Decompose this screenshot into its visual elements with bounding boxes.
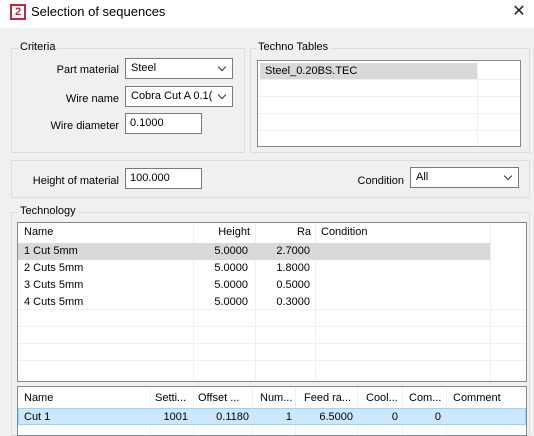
- cell-ra: 0.5000: [276, 279, 310, 291]
- cell-ra: 1.8000: [276, 262, 310, 274]
- close-button[interactable]: ✕: [504, 0, 534, 24]
- cell-offset: 0.1180: [216, 411, 249, 423]
- techno-table-item[interactable]: Steel_0.20BS.TEC: [260, 63, 477, 79]
- technology-group-title: Technology: [18, 205, 78, 217]
- chevron-down-icon: [214, 87, 232, 106]
- part-material-select[interactable]: Steel: [125, 58, 233, 79]
- title-bar: 2 Selection of sequences ✕: [0, 0, 534, 28]
- window-title: Selection of sequences: [31, 4, 166, 19]
- cell-setting: 1001: [163, 411, 188, 423]
- wire-diameter-input[interactable]: 0.1000: [125, 113, 202, 134]
- column-header-setting[interactable]: Setti...: [155, 389, 192, 407]
- cell-condition: [321, 243, 486, 260]
- column-header-feed-rate[interactable]: Feed ra...: [304, 389, 356, 407]
- cell-feed-rate: 6.5000: [319, 411, 353, 423]
- cell-ra: 2.7000: [276, 245, 310, 257]
- cell-condition: [321, 260, 486, 277]
- column-header-cool[interactable]: Cool...: [366, 389, 401, 407]
- table-row[interactable]: Cut 1 1001 0.1180 1 6.5000 0 0: [18, 408, 526, 425]
- technology-table[interactable]: Name Height Ra Condition 1 Cut 5mm 5.000…: [17, 222, 527, 382]
- part-material-label: Part material: [56, 64, 119, 76]
- table-row[interactable]: 1 Cut 5mm 5.0000 2.7000: [18, 243, 490, 260]
- criteria-group-title: Criteria: [18, 41, 58, 53]
- techno-tables-list[interactable]: Steel_0.20BS.TEC: [257, 60, 521, 147]
- cell-num: 1: [285, 411, 292, 423]
- table-row[interactable]: 4 Cuts 5mm 5.0000 0.3000: [18, 294, 490, 311]
- column-header-height[interactable]: Height: [195, 223, 250, 241]
- cell-name: 3 Cuts 5mm: [24, 279, 84, 291]
- cell-height: 5.0000: [214, 245, 248, 257]
- height-of-material-label: Height of material: [32, 175, 119, 187]
- column-header-com[interactable]: Com...: [409, 389, 445, 407]
- wire-diameter-label: Wire diameter: [50, 120, 119, 132]
- column-header-num[interactable]: Num...: [260, 389, 294, 407]
- condition-value: All: [416, 171, 429, 183]
- cell-ra: 0.3000: [276, 296, 310, 308]
- techno-tables-group-title: Techno Tables: [256, 41, 331, 53]
- cell-condition: [321, 277, 486, 294]
- condition-label: Condition: [357, 175, 404, 187]
- cell-height: 5.0000: [214, 296, 248, 308]
- cuts-table[interactable]: Name Setti... Offset ... Num... Feed ra.…: [17, 386, 527, 436]
- column-header-condition[interactable]: Condition: [321, 223, 481, 241]
- column-header-name[interactable]: Name: [24, 223, 174, 241]
- chevron-down-icon: [500, 168, 518, 187]
- cell-comment: [452, 409, 522, 426]
- cell-name: Cut 1: [24, 411, 51, 423]
- part-material-value: Steel: [131, 62, 157, 74]
- column-header-offset[interactable]: Offset ...: [198, 389, 251, 407]
- chevron-down-icon: [214, 59, 232, 78]
- cell-name: 4 Cuts 5mm: [24, 296, 84, 308]
- wire-name-label: Wire name: [65, 93, 119, 105]
- cell-condition: [321, 294, 486, 311]
- app-logo-icon: 2: [10, 4, 26, 20]
- height-of-material-input[interactable]: 100.000: [125, 168, 202, 189]
- wire-name-select[interactable]: Cobra Cut A 0.1(: [125, 86, 233, 107]
- cell-height: 5.0000: [214, 279, 248, 291]
- cell-name: 1 Cut 5mm: [24, 245, 78, 257]
- table-row[interactable]: 3 Cuts 5mm 5.0000 0.5000: [18, 277, 490, 294]
- wire-name-value: Cobra Cut A 0.1(: [131, 90, 213, 102]
- cell-name: 2 Cuts 5mm: [24, 262, 84, 274]
- cell-com: 0: [434, 411, 441, 423]
- cell-height: 5.0000: [214, 262, 248, 274]
- column-header-name[interactable]: Name: [24, 389, 144, 407]
- cell-cool: 0: [391, 411, 398, 423]
- table-row[interactable]: 2 Cuts 5mm 5.0000 1.8000: [18, 260, 490, 277]
- column-header-ra[interactable]: Ra: [257, 223, 311, 241]
- techno-table-item-label: Steel_0.20BS.TEC: [265, 65, 358, 77]
- column-header-comment[interactable]: Comment: [453, 389, 523, 407]
- condition-select[interactable]: All: [410, 167, 519, 188]
